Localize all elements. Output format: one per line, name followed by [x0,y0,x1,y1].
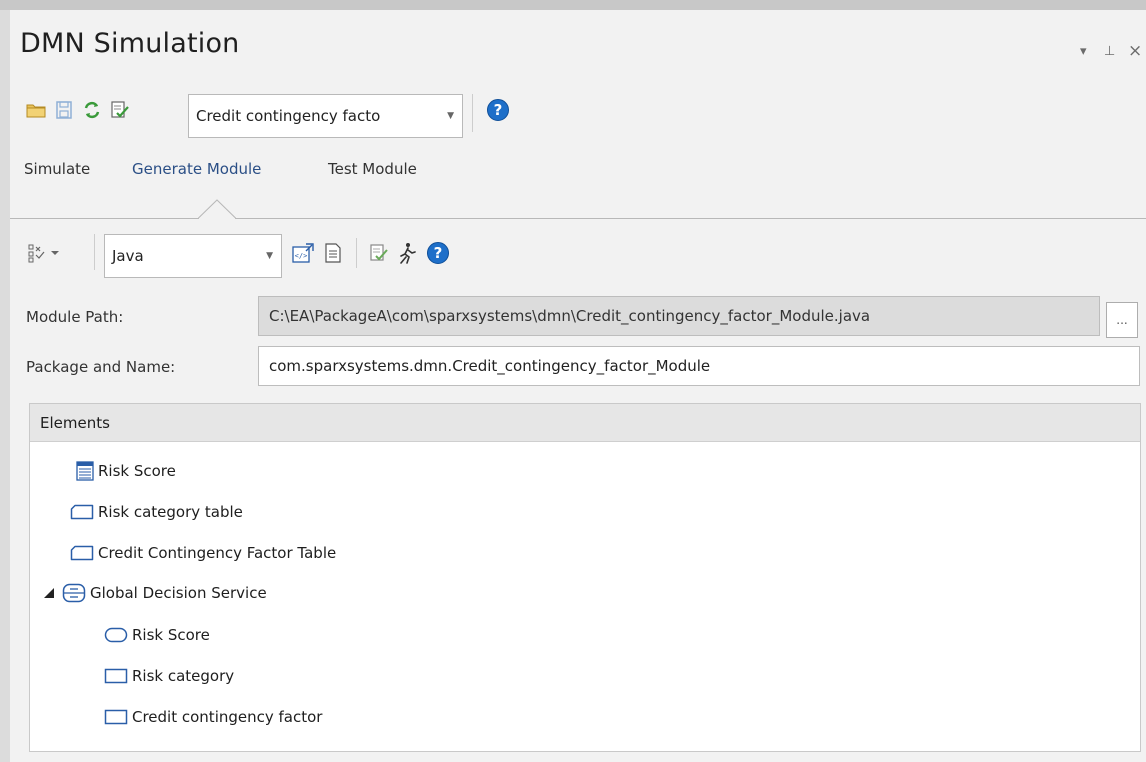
browse-button[interactable]: ... [1106,302,1138,338]
help-icon[interactable]: ? [484,96,512,124]
svg-text:?: ? [494,101,503,119]
business-knowledge-icon [76,461,94,481]
package-name-field[interactable]: com.sparxsystems.dmn.Credit_contingency_… [258,346,1140,386]
active-tab-indicator [198,199,236,220]
tab-simulate[interactable]: Simulate [24,160,90,178]
input-data-icon [104,627,128,643]
decision-service-icon [62,583,86,603]
decision-icon [104,709,128,725]
tree-item-label: Credit Contingency Factor Table [98,544,337,562]
tree-item-credit-contingency-factor-table[interactable]: Credit Contingency Factor Table [70,541,336,565]
tree-item-label: Risk Score [132,626,210,644]
decision-table-icon [70,504,94,520]
tab-test-module[interactable]: Test Module [328,160,417,178]
simulation-select[interactable]: Credit contingency facto ▼ [188,94,463,138]
tree-item-risk-category-table[interactable]: Risk category table [70,500,243,524]
tree-item-global-decision-service[interactable]: Global Decision Service [42,581,267,605]
language-select[interactable]: Java ▼ [104,234,282,278]
tab-divider [10,218,1146,219]
tree-item-label: Risk category table [98,503,243,521]
module-path-label: Module Path: [26,308,124,326]
chevron-down-icon: ▼ [266,251,273,261]
window-title: DMN Simulation [20,28,240,59]
elements-header: Elements [30,404,1140,442]
tree-item-risk-score-child[interactable]: Risk Score [104,623,210,647]
window-top-border [0,0,1146,10]
tree-item-label: Risk category [132,667,235,685]
toolbar-separator [94,234,95,270]
tree-item-risk-score[interactable]: Risk Score [76,459,176,483]
tree-item-label: Credit contingency factor [132,708,323,726]
close-icon[interactable]: × [1128,41,1142,61]
open-folder-icon[interactable] [24,98,48,122]
window-left-border [0,10,10,762]
window-menu-icon[interactable]: ▾ [1080,44,1087,59]
svg-text:</>: </> [295,252,308,260]
decision-icon [104,668,128,684]
package-name-label: Package and Name: [26,358,176,376]
tree-item-label: Risk Score [98,462,176,480]
pin-icon[interactable]: ⊥ [1104,44,1115,59]
document-icon[interactable] [320,240,346,266]
generate-code-icon[interactable]: </> [290,240,316,266]
tree-item-risk-category[interactable]: Risk category [104,664,234,688]
run-icon[interactable] [394,240,420,266]
options-icon[interactable] [26,240,62,266]
svg-text:?: ? [434,244,443,262]
decision-table-icon [70,545,94,561]
chevron-down-icon: ▼ [447,111,454,121]
toolbar-separator [356,238,357,268]
toolbar-separator [472,94,473,132]
tree-item-credit-contingency-factor[interactable]: Credit contingency factor [104,705,322,729]
help-icon[interactable]: ? [424,239,452,267]
compile-icon[interactable] [366,240,392,266]
refresh-icon[interactable] [80,98,104,122]
language-select-value: Java [112,247,144,265]
elements-tree: Elements Risk Score Risk category table … [29,403,1141,752]
validate-icon[interactable] [108,98,132,122]
tab-generate-module[interactable]: Generate Module [132,160,261,178]
save-icon[interactable] [52,98,76,122]
simulation-select-value: Credit contingency facto [196,107,381,125]
module-path-field[interactable]: C:\EA\PackageA\com\sparxsystems\dmn\Cred… [258,296,1100,336]
expand-triangle-icon[interactable] [42,587,56,599]
tree-item-label: Global Decision Service [90,584,267,602]
dmn-simulation-panel: DMN Simulation ▾ ⊥ × Credit contingency … [10,10,1146,762]
